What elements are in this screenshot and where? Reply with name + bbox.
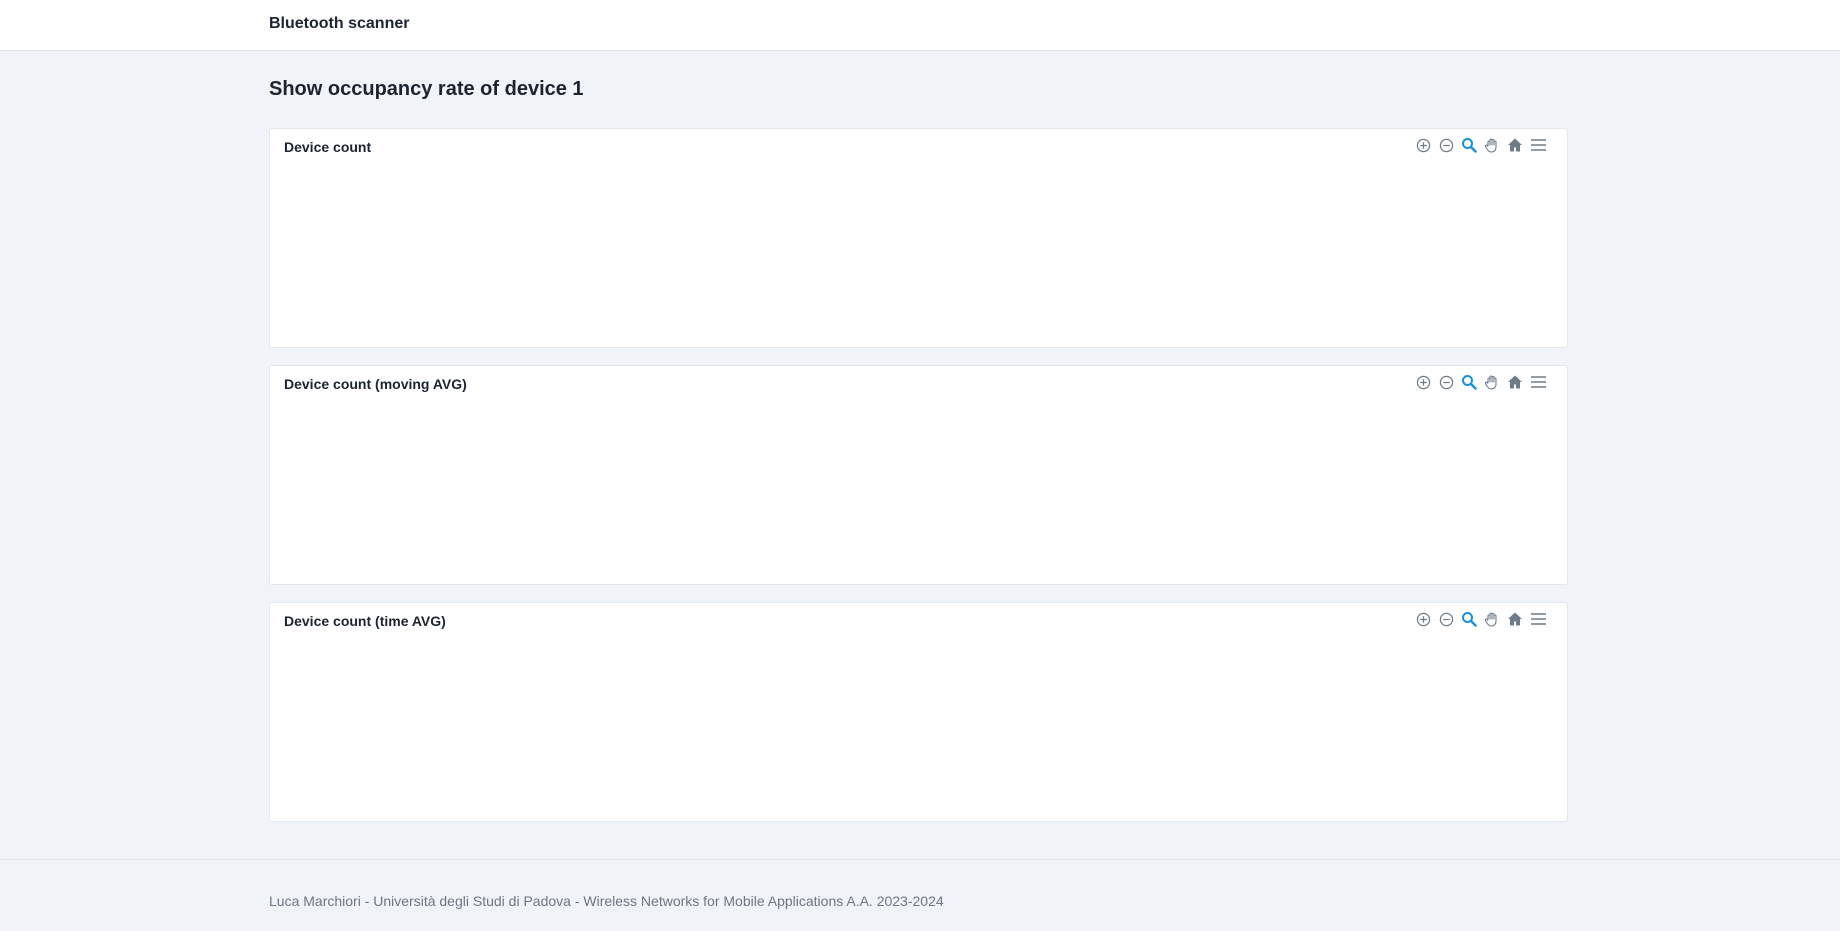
chart-card-moving-avg: Device count (moving AVG) 036907:0008:00…: [269, 365, 1568, 585]
footer-divider: [0, 859, 1840, 860]
page-title: Show occupancy rate of device 1: [269, 78, 584, 100]
chart-card-time-avg: Device count (time AVG) 0.000.200.400.60…: [269, 602, 1568, 822]
chart-card-device-count: Device count 048121607:0008:0009:0010:00…: [269, 128, 1568, 348]
moving-avg-chart: [270, 366, 1567, 584]
app-brand[interactable]: Bluetooth scanner: [269, 15, 409, 33]
time-avg-chart: [270, 603, 1567, 821]
top-navbar: Bluetooth scanner: [0, 0, 1840, 51]
device-count-chart: [270, 129, 1567, 347]
footer-credits: Luca Marchiori - Università degli Studi …: [269, 893, 944, 909]
